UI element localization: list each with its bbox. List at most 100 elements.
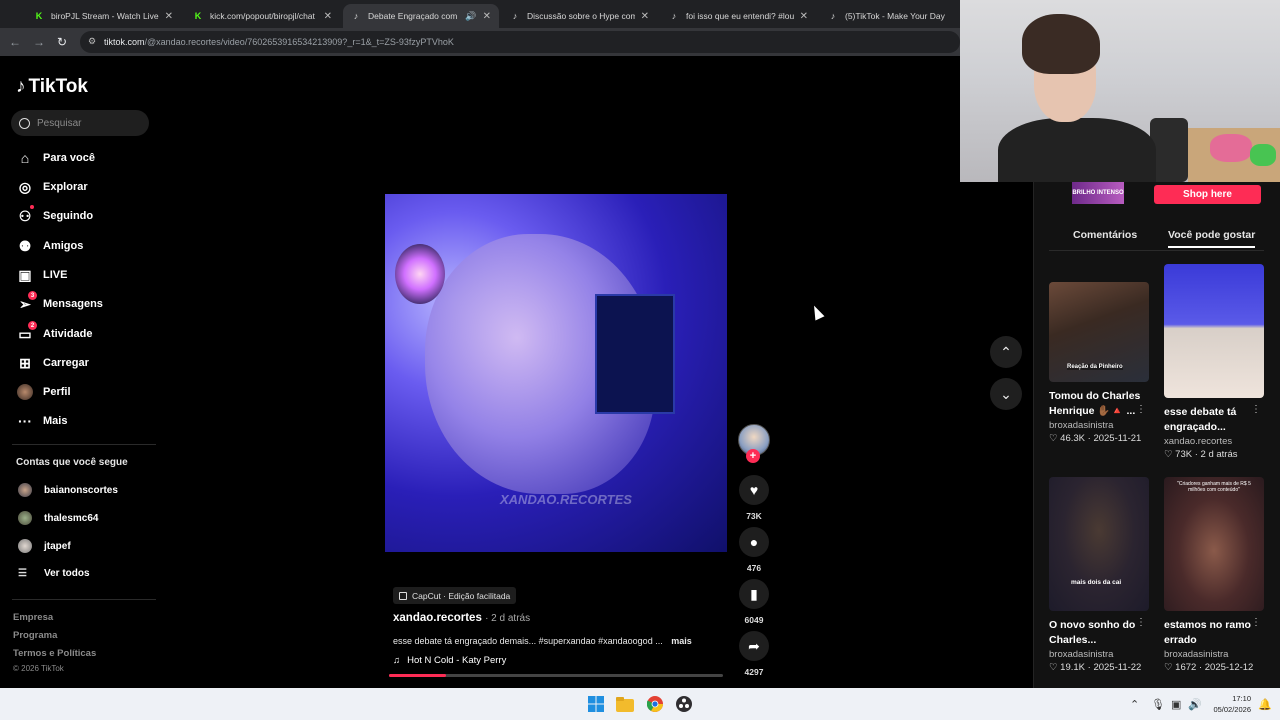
browser-tab[interactable]: ♪ foi isso que eu entendi? #loudc ✕ xyxy=(661,4,816,28)
windows-start-icon[interactable] xyxy=(587,695,605,713)
like-count: 73K xyxy=(746,511,762,521)
browser-tab[interactable]: ♪ Discussão sobre o Hype com Lu ✕ xyxy=(502,4,657,28)
shop-here-button[interactable]: Shop here xyxy=(1154,185,1261,204)
nav-item-mensagens[interactable]: ➢ 3 Mensagens xyxy=(16,291,103,314)
recommended-video-card[interactable]: Reação da Pinheiro ⋮ Tomou do Charles He… xyxy=(1049,282,1149,444)
heart-icon: ♡ xyxy=(1164,449,1176,460)
more-options-icon[interactable]: ⋮ xyxy=(1251,617,1261,628)
browser-tab-active[interactable]: ♪ Debate Engraçado com Su 🔊 ✕ xyxy=(343,4,499,28)
upload-icon: ⊞ xyxy=(19,354,31,371)
browser-tab[interactable]: K biroPJL Stream - Watch Live on ✕ xyxy=(26,4,181,28)
card-stats: ♡ 73K · 2 d atrás xyxy=(1164,449,1264,460)
reload-icon[interactable]: ↻ xyxy=(57,35,67,49)
close-tab-icon[interactable]: ✕ xyxy=(483,11,491,22)
back-icon[interactable]: ← xyxy=(9,35,21,49)
comment-button[interactable]: ● xyxy=(739,527,769,557)
tab-divider xyxy=(1049,250,1264,251)
microphone-icon[interactable]: 🎙 xyxy=(1151,698,1165,711)
capcut-tag[interactable]: CapCut · Edição facilitada xyxy=(393,587,517,604)
avatar xyxy=(18,483,32,497)
chrome-icon[interactable] xyxy=(646,695,664,713)
nav-item-para-voce[interactable]: ⌂ Para você xyxy=(16,148,95,168)
recommended-video-card[interactable]: ⋮ esse debate tá engraçado... xandao.rec… xyxy=(1164,264,1264,460)
tab-voce-pode-gostar[interactable]: Você pode gostar xyxy=(1168,229,1256,248)
close-tab-icon[interactable]: ✕ xyxy=(324,11,332,22)
notifications-icon[interactable]: 🔔 xyxy=(1258,698,1272,711)
volume-icon[interactable]: 🔊 xyxy=(1188,698,1202,711)
more-button[interactable]: mais xyxy=(671,636,692,646)
forward-icon[interactable]: → xyxy=(33,35,45,49)
nav-item-mais[interactable]: ··· Mais xyxy=(16,411,67,431)
following-icon: ⚇ xyxy=(16,205,34,225)
recommended-video-card[interactable]: "Criadores ganham mais de R$ 5 milhões c… xyxy=(1164,477,1264,673)
close-tab-icon[interactable]: ✕ xyxy=(800,11,808,22)
see-all-link[interactable]: ☰ Ver todos xyxy=(18,568,90,579)
like-button[interactable]: ♥ xyxy=(739,475,769,505)
more-options-icon[interactable]: ⋮ xyxy=(1136,404,1146,415)
card-date: 2025-12-12 xyxy=(1204,662,1254,673)
account-name: baianonscortes xyxy=(44,484,118,496)
followed-account[interactable]: jtapef xyxy=(18,539,71,553)
video-thumbnail: mais dois da cai xyxy=(1049,477,1149,611)
search-input[interactable]: Pesquisar xyxy=(11,110,149,136)
save-count: 6049 xyxy=(744,615,764,625)
footer-link-termos[interactable]: Termos e Políticas xyxy=(13,648,96,659)
card-title: estamos no ramo errado xyxy=(1164,619,1251,646)
tab-title: (5)TikTok - Make Your Day xyxy=(845,11,945,21)
network-icon[interactable]: ▣ xyxy=(1171,698,1181,711)
nav-item-perfil[interactable]: Perfil xyxy=(16,382,71,402)
video-player[interactable]: XANDAO.RECORTES xyxy=(385,194,727,552)
save-button[interactable]: ▮ xyxy=(739,579,769,609)
nav-item-explorar[interactable]: ◎ Explorar xyxy=(16,177,88,197)
more-options-icon[interactable]: ⋮ xyxy=(1136,617,1146,628)
footer-link-empresa[interactable]: Empresa xyxy=(13,612,53,623)
nav-item-carregar[interactable]: ⊞ Carregar xyxy=(16,353,89,373)
more-options-icon[interactable]: ⋮ xyxy=(1251,404,1261,415)
followed-account[interactable]: baianonscortes xyxy=(18,483,118,497)
tray-overflow-chevron-icon[interactable]: ⌃ xyxy=(1130,698,1139,711)
previous-video-button[interactable]: ⌃ xyxy=(990,336,1022,368)
tab-comentarios[interactable]: Comentários xyxy=(1073,229,1137,241)
tiktok-logo[interactable]: ♪ TikTok xyxy=(16,76,88,98)
obs-icon[interactable] xyxy=(675,695,693,713)
next-video-button[interactable]: ⌄ xyxy=(990,378,1022,410)
card-author: broxadasinistra xyxy=(1049,649,1114,660)
video-frame-monitor xyxy=(595,294,675,414)
video-thumbnail: "Criadores ganham mais de R$ 5 milhões c… xyxy=(1164,477,1264,611)
video-progress-bar[interactable] xyxy=(389,674,723,677)
share-button[interactable]: ➦ xyxy=(739,631,769,661)
footer-link-programa[interactable]: Programa xyxy=(13,630,57,641)
file-explorer-icon[interactable] xyxy=(616,695,634,713)
video-author[interactable]: xandao.recortes xyxy=(393,612,482,624)
kick-icon: K xyxy=(194,11,202,21)
nav-item-seguindo[interactable]: ⚇ Seguindo xyxy=(16,205,93,226)
close-tab-icon[interactable]: ✕ xyxy=(165,11,173,22)
follow-plus-icon[interactable]: + xyxy=(746,449,760,463)
divider xyxy=(12,599,156,600)
followed-account[interactable]: thalesmc64 xyxy=(18,511,98,525)
video-posted-time: · 2 d atrás xyxy=(485,613,531,624)
list-icon: ☰ xyxy=(18,568,27,579)
url-host: tiktok.com xyxy=(104,37,145,47)
share-icon: ➦ xyxy=(748,637,760,654)
tiktok-icon: ♪ xyxy=(671,11,677,21)
thumbnail-caption: Reação da Pinheiro xyxy=(1067,364,1123,370)
nav-item-atividade[interactable]: ▭ 2 Atividade xyxy=(16,321,93,344)
close-tab-icon[interactable]: ✕ xyxy=(641,11,649,22)
search-icon xyxy=(19,117,30,129)
nav-item-live[interactable]: ▣ LIVE xyxy=(16,265,67,285)
system-clock[interactable]: 17:10 05/02/2026 xyxy=(1207,693,1251,715)
browser-tab[interactable]: ♪ (5)TikTok - Make Your Day xyxy=(820,4,960,28)
address-bar[interactable]: ⚙ tiktok.com/@xandao.recortes/video/7602… xyxy=(80,31,960,53)
music-link[interactable]: ♫ Hot N Cold - Katy Perry xyxy=(393,655,506,666)
clock-date: 05/02/2026 xyxy=(1213,705,1251,714)
shop-product-thumb[interactable]: BRILHO INTENSO xyxy=(1072,182,1124,204)
card-date: 2025-11-22 xyxy=(1093,662,1142,673)
nav-item-amigos[interactable]: ⚉ Amigos xyxy=(16,236,84,256)
messages-badge: 3 xyxy=(28,291,37,300)
recommended-video-card[interactable]: mais dois da cai ⋮ O novo sonho do Charl… xyxy=(1049,477,1149,673)
webcam-plush xyxy=(1210,134,1252,162)
site-info-icon[interactable]: ⚙ xyxy=(88,36,96,47)
audio-icon[interactable]: 🔊 xyxy=(465,11,476,22)
browser-tab[interactable]: K kick.com/popout/biropjl/chat ✕ xyxy=(185,4,340,28)
